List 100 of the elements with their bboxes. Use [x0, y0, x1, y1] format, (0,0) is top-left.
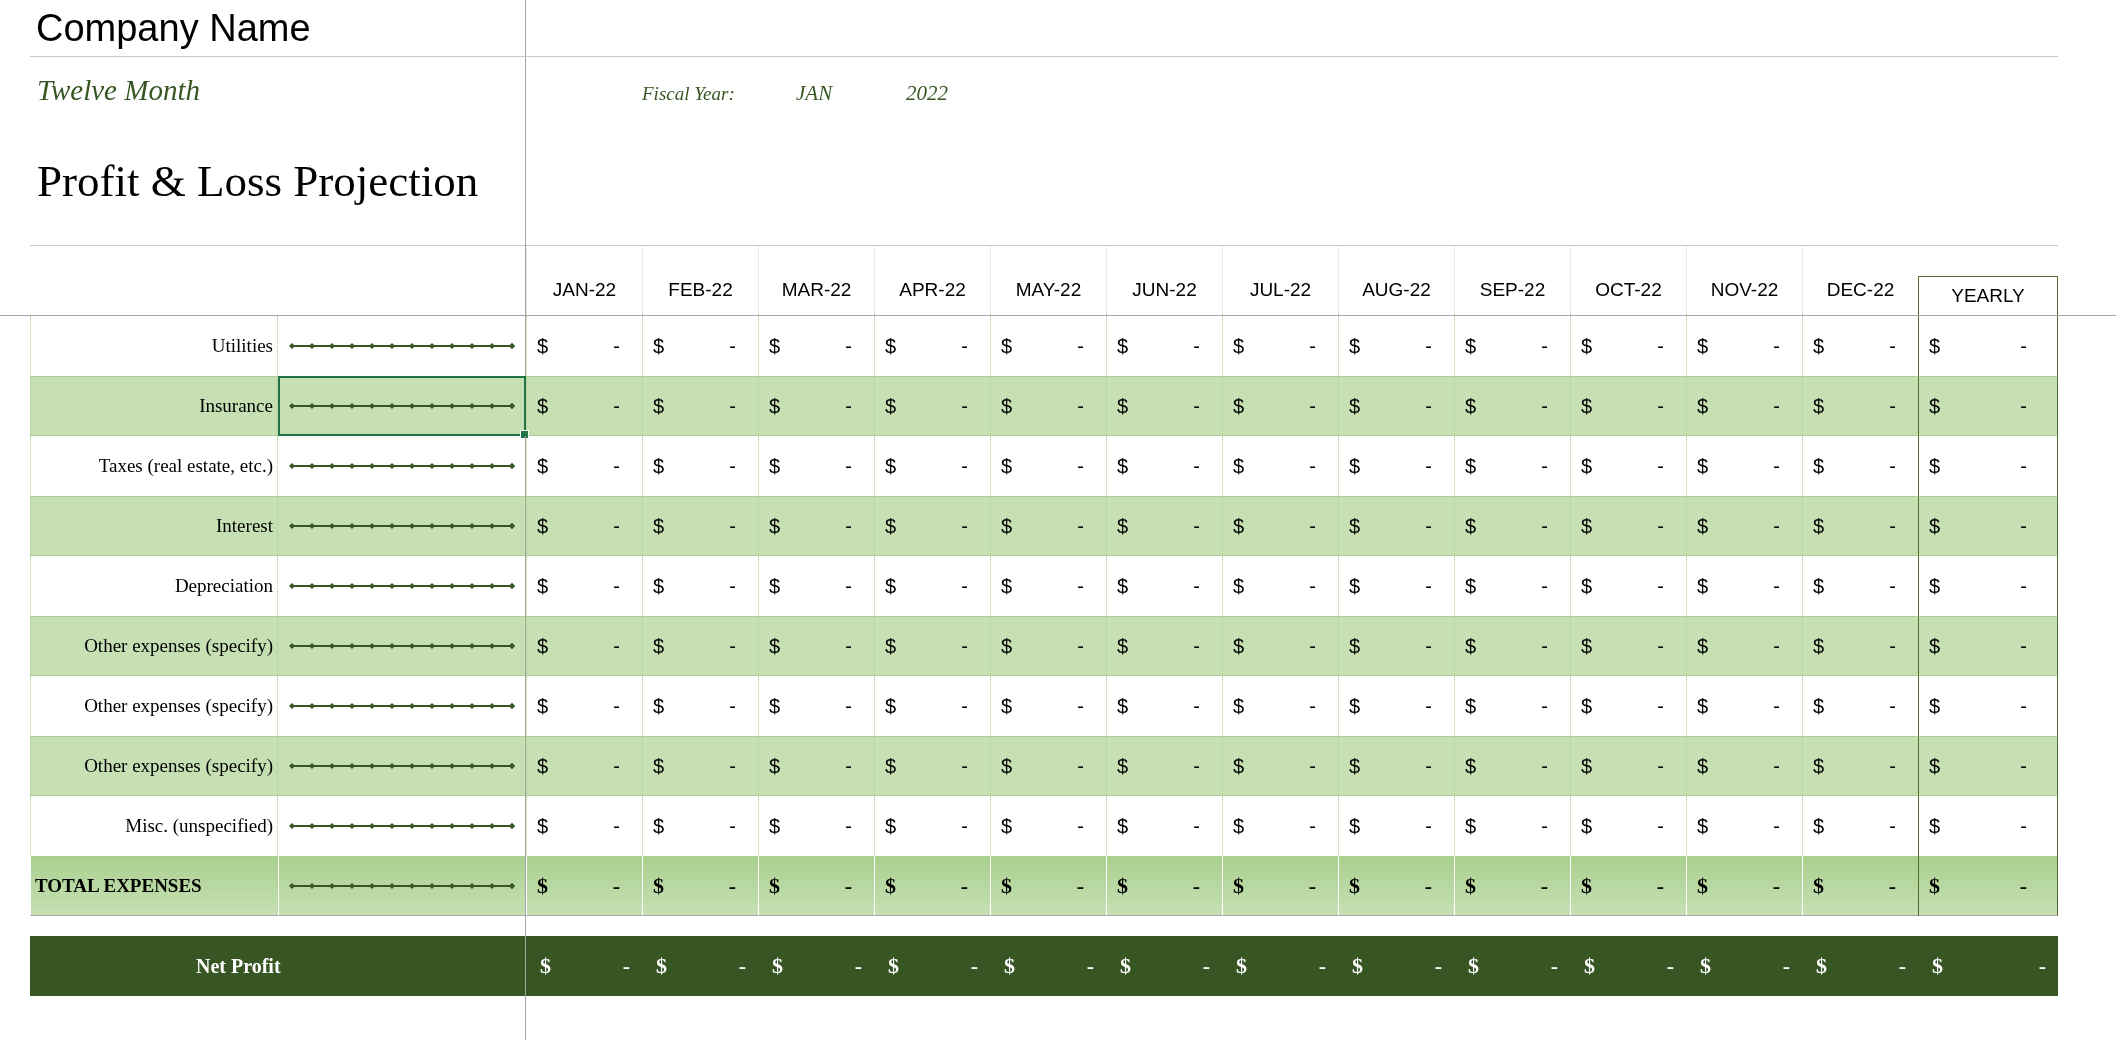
amount-value: - — [1773, 694, 1780, 718]
sparkline-cell[interactable] — [278, 616, 526, 676]
currency-sign: $ — [1349, 814, 1361, 838]
column-header: APR-22 — [874, 246, 990, 315]
currency-sign: $ — [1001, 514, 1013, 538]
sparkline-marker — [328, 463, 335, 469]
amount-value: - — [729, 634, 736, 658]
sparkline-cell[interactable] — [278, 376, 526, 436]
amount-value: - — [2020, 814, 2027, 838]
amount-value: - — [1077, 574, 1084, 598]
currency-sign: $ — [1813, 694, 1825, 718]
sparkline-cell[interactable] — [278, 856, 526, 916]
sparkline-marker — [308, 343, 315, 349]
column-header: NOV-22 — [1686, 246, 1802, 315]
currency-sign: $ — [1117, 694, 1129, 718]
fill-handle[interactable] — [520, 430, 529, 439]
amount-value: - — [961, 754, 968, 778]
amount-value: - — [845, 634, 852, 658]
amount-value: - — [613, 694, 620, 718]
currency-sign: $ — [885, 394, 897, 418]
amount-value: - — [1550, 953, 1558, 979]
currency-sign: $ — [1929, 454, 1941, 478]
amount-value: - — [1773, 814, 1780, 838]
sparkline-marker — [329, 882, 335, 889]
amount-value: - — [1889, 394, 1896, 418]
currency-sign: $ — [769, 334, 781, 358]
sparkline-marker — [288, 343, 295, 349]
currency-sign: $ — [1349, 634, 1361, 658]
currency-sign: $ — [1233, 574, 1245, 598]
currency-sign: $ — [1233, 754, 1245, 778]
sparkline-marker — [429, 882, 435, 889]
sparkline-marker — [448, 463, 455, 469]
currency-sign: $ — [1929, 754, 1941, 778]
currency-sign: $ — [1465, 634, 1477, 658]
sparkline-marker — [488, 643, 495, 649]
currency-sign: $ — [1929, 694, 1941, 718]
sparkline-marker — [288, 703, 295, 709]
amount-value: - — [1309, 514, 1316, 538]
amount-value: - — [1541, 334, 1548, 358]
expense-label: Interest — [30, 496, 278, 556]
currency-sign: $ — [1813, 754, 1825, 778]
currency-sign: $ — [1581, 634, 1593, 658]
sparkline-marker — [348, 523, 355, 529]
amount-value: - — [1309, 394, 1316, 418]
currency-sign: $ — [1932, 953, 1943, 979]
currency-sign: $ — [885, 634, 897, 658]
currency-sign: $ — [1929, 334, 1941, 358]
currency-sign: $ — [653, 574, 665, 598]
sparkline-marker — [369, 882, 375, 889]
sparkline-marker — [308, 583, 315, 589]
sparkline-cell[interactable] — [278, 496, 526, 556]
amount-value: - — [1202, 953, 1210, 979]
amount-value: - — [961, 634, 968, 658]
currency-sign: $ — [1816, 953, 1827, 979]
amount-value: - — [1308, 872, 1316, 899]
currency-sign: $ — [1929, 574, 1941, 598]
sparkline-cell[interactable] — [278, 736, 526, 796]
sparkline-marker — [368, 823, 375, 829]
amount-value: - — [1309, 454, 1316, 478]
currency-sign: $ — [769, 454, 781, 478]
amount-value: - — [1657, 334, 1664, 358]
amount-value: - — [1898, 953, 1906, 979]
amount-value: - — [729, 754, 736, 778]
sparkline-marker — [448, 403, 455, 409]
amount-value: - — [1773, 634, 1780, 658]
currency-sign: $ — [1233, 814, 1245, 838]
currency-sign: $ — [1697, 634, 1709, 658]
currency-sign: $ — [1120, 953, 1131, 979]
amount-value: - — [728, 872, 736, 899]
currency-sign: $ — [769, 814, 781, 838]
amount-value: - — [1773, 334, 1780, 358]
amount-value: - — [1541, 634, 1548, 658]
amount-value: - — [2020, 514, 2027, 538]
sparkline-marker — [448, 343, 455, 349]
currency-sign: $ — [769, 754, 781, 778]
sparkline-marker — [368, 403, 375, 409]
amount-value: - — [961, 454, 968, 478]
currency-sign: $ — [1001, 754, 1013, 778]
sparkline-marker — [488, 823, 495, 829]
amount-value: - — [961, 574, 968, 598]
amount-value: - — [1424, 872, 1432, 899]
amount-value: - — [1077, 394, 1084, 418]
amount-value: - — [1425, 694, 1432, 718]
currency-sign: $ — [1465, 514, 1477, 538]
sparkline-marker — [468, 403, 475, 409]
currency-sign: $ — [1465, 694, 1477, 718]
sparkline-marker — [468, 763, 475, 769]
currency-sign: $ — [1349, 514, 1361, 538]
amount-value: - — [1309, 574, 1316, 598]
currency-sign: $ — [1233, 514, 1245, 538]
sparkline-marker — [428, 643, 435, 649]
sparkline-marker — [288, 523, 295, 529]
amount-value: - — [1193, 454, 1200, 478]
currency-sign: $ — [1929, 634, 1941, 658]
currency-sign: $ — [1697, 394, 1709, 418]
amount-value: - — [1657, 634, 1664, 658]
currency-sign: $ — [537, 754, 549, 778]
currency-sign: $ — [1581, 814, 1593, 838]
expense-label: Other expenses (specify) — [30, 736, 278, 796]
currency-sign: $ — [1813, 334, 1825, 358]
